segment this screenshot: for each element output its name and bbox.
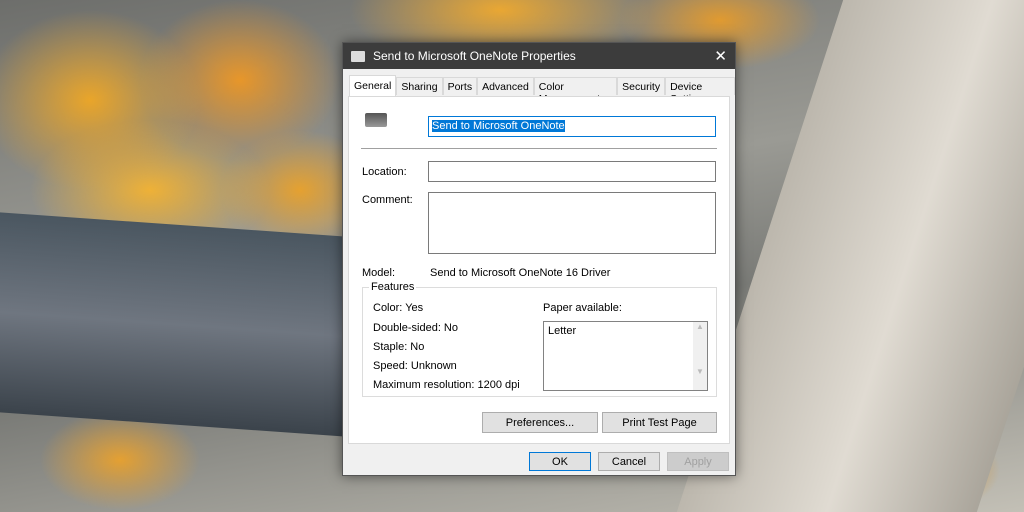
general-panel: Send to Microsoft OneNote Location: Comm… — [348, 96, 730, 444]
feature-color: Color: Yes — [373, 302, 424, 314]
tab-device-settings[interactable]: Device Settings — [665, 77, 735, 105]
tab-sharing[interactable]: Sharing — [396, 77, 443, 95]
comment-input[interactable] — [428, 192, 716, 254]
tab-color-management[interactable]: Color Management — [533, 77, 618, 105]
window-title: Send to Microsoft OneNote Properties — [373, 49, 576, 63]
title-bar: Send to Microsoft OneNote Properties ✕ — [343, 43, 735, 69]
scrollbar[interactable]: ▲ ▼ — [693, 322, 707, 390]
features-label: Features — [371, 281, 415, 293]
preferences-button[interactable]: Preferences... — [482, 412, 598, 433]
tab-bar: General Sharing Ports Advanced Color Man… — [349, 75, 735, 105]
tab-ports[interactable]: Ports — [442, 77, 478, 95]
divider — [361, 148, 717, 149]
tab-general[interactable]: General — [349, 75, 397, 96]
tab-advanced[interactable]: Advanced — [477, 77, 534, 95]
feature-max-resolution: Maximum resolution: 1200 dpi — [373, 379, 520, 391]
printer-name-text: Send to Microsoft OneNote — [432, 120, 565, 132]
background-crate-plank — [0, 212, 360, 438]
printer-icon — [365, 113, 387, 127]
print-test-page-button[interactable]: Print Test Page — [602, 412, 717, 433]
cancel-button[interactable]: Cancel — [598, 452, 660, 471]
location-input[interactable] — [428, 161, 716, 182]
paper-item[interactable]: Letter — [548, 325, 703, 337]
feature-staple: Staple: No — [373, 341, 425, 353]
apply-button[interactable]: Apply — [667, 452, 729, 471]
location-label: Location: — [362, 166, 407, 178]
feature-speed: Speed: Unknown — [373, 360, 457, 372]
comment-label: Comment: — [362, 194, 413, 206]
paper-available-label: Paper available: — [543, 302, 622, 314]
close-icon[interactable]: ✕ — [714, 47, 727, 65]
paper-list[interactable]: Letter ▲ ▼ — [543, 321, 708, 391]
printer-name-input[interactable]: Send to Microsoft OneNote — [428, 116, 716, 137]
ok-button[interactable]: OK — [529, 452, 591, 471]
model-label: Model: — [362, 267, 396, 279]
properties-dialog: Send to Microsoft OneNote Properties ✕ G… — [342, 42, 736, 476]
feature-double-sided: Double-sided: No — [373, 322, 458, 334]
printer-icon — [351, 50, 365, 62]
model-value: Send to Microsoft OneNote 16 Driver — [430, 267, 611, 279]
tab-security[interactable]: Security — [617, 77, 666, 95]
